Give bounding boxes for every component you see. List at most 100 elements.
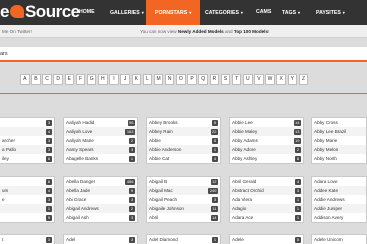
model-list-item[interactable]: Abella Jade 9 bbox=[64, 186, 137, 195]
model-list-item[interactable]: Abby North bbox=[312, 154, 366, 163]
model-list-item[interactable]: Abbie Cat 4 bbox=[147, 154, 220, 163]
letter-filter-x[interactable]: X bbox=[276, 74, 286, 85]
model-name-link[interactable]: Abigail Mac bbox=[149, 188, 173, 193]
model-list-item[interactable]: Adagio 1 bbox=[230, 204, 303, 213]
model-list-item[interactable]: Abbey Brooks 5 bbox=[147, 118, 220, 127]
letter-filter-i[interactable]: I bbox=[109, 74, 119, 85]
model-name-link[interactable]: Abby Marie bbox=[314, 138, 337, 143]
model-list-item[interactable]: Adel Diamond 1 bbox=[147, 235, 220, 244]
letter-filter-y[interactable]: Y bbox=[287, 74, 298, 85]
model-list-item[interactable]: Adele 5 bbox=[230, 235, 303, 244]
model-list-item[interactable]: Adel 3 bbox=[64, 235, 137, 244]
nav-pornstars[interactable]: PORNSTARS ▾ bbox=[146, 0, 201, 25]
model-list-item[interactable]: 4 bbox=[0, 127, 54, 136]
letter-filter-f[interactable]: F bbox=[75, 74, 86, 85]
letter-filter-k[interactable]: K bbox=[131, 74, 141, 85]
letter-filter-j[interactable]: J bbox=[120, 74, 130, 85]
letter-filter-s[interactable]: S bbox=[220, 74, 231, 85]
model-name-link[interactable]: Adara Love bbox=[314, 179, 338, 184]
model-name-link[interactable]: Abbie Maley bbox=[232, 129, 257, 134]
letter-filter-l[interactable]: L bbox=[142, 74, 153, 85]
model-list-item[interactable]: Abby Cross bbox=[312, 118, 366, 127]
model-list-item[interactable]: Abigail Ash 3 bbox=[64, 213, 137, 222]
model-name-link[interactable]: Adagio bbox=[232, 206, 246, 211]
newly-added-models-link[interactable]: Newly Added Models bbox=[178, 29, 224, 34]
model-list-item[interactable]: Abella Danger 456 bbox=[64, 177, 137, 186]
letter-filter-w[interactable]: W bbox=[265, 74, 275, 85]
model-name-link[interactable]: Addison Avery bbox=[314, 215, 343, 220]
model-name-link[interactable]: Abigail Ash bbox=[66, 215, 89, 220]
model-name-link[interactable]: Abigail Andrews bbox=[66, 206, 99, 211]
model-name-link[interactable]: Aaliyah Hadid bbox=[66, 120, 94, 125]
letter-filter-a[interactable]: A bbox=[20, 74, 30, 85]
letter-filter-t[interactable]: T bbox=[231, 74, 242, 85]
model-name-link[interactable]: Abbie Anderson bbox=[149, 147, 181, 152]
model-list-item[interactable]: Abby Melon bbox=[312, 145, 366, 154]
letter-filter-c[interactable]: C bbox=[42, 74, 52, 85]
model-name-link[interactable]: Abbie Lee bbox=[232, 120, 253, 125]
model-list-item[interactable]: Abril 14 bbox=[147, 213, 220, 222]
letter-filter-r[interactable]: R bbox=[209, 74, 220, 85]
model-list-item[interactable]: Adara Love bbox=[312, 177, 366, 186]
letter-filter-h[interactable]: H bbox=[98, 74, 108, 85]
model-name-link[interactable]: Adel Diamond bbox=[149, 237, 178, 242]
model-name-link[interactable]: Addie Andrews bbox=[314, 197, 345, 202]
letter-filter-m[interactable]: M bbox=[153, 74, 164, 85]
model-name-link[interactable]: Abby North bbox=[314, 156, 337, 161]
model-name-link[interactable]: Addie Juniper bbox=[314, 206, 342, 211]
letter-filter-e[interactable]: E bbox=[64, 74, 75, 85]
model-name-link[interactable]: Abbie bbox=[149, 138, 161, 143]
model-name-link[interactable]: Ada Viera bbox=[232, 197, 252, 202]
letter-filter-b[interactable]: B bbox=[31, 74, 41, 85]
model-name-link[interactable]: Abby Ashley bbox=[232, 156, 257, 161]
letter-filter-p[interactable]: P bbox=[187, 74, 197, 85]
model-list-item[interactable]: Abbie Maley 13 bbox=[230, 127, 303, 136]
model-list-item[interactable]: Addison Avery bbox=[312, 213, 366, 222]
model-list-item[interactable]: Abby Adore 2 bbox=[230, 145, 303, 154]
model-name-link[interactable]: um bbox=[2, 188, 8, 193]
model-name-link[interactable]: Abbie Cat bbox=[149, 156, 169, 161]
model-list-item[interactable]: Abbie 5 bbox=[147, 136, 220, 145]
letter-filter-q[interactable]: Q bbox=[198, 74, 208, 85]
model-list-item[interactable]: Abbie Anderson 1 bbox=[147, 145, 220, 154]
model-list-item[interactable]: Aaliyah Marie 2 bbox=[64, 136, 137, 145]
model-name-link[interactable]: Aaliyah Love bbox=[66, 129, 92, 134]
model-name-link[interactable]: Addee Kate bbox=[314, 188, 338, 193]
model-name-link[interactable]: Adara Ace bbox=[232, 215, 253, 220]
model-list-item[interactable]: Abbey Rain 22 bbox=[147, 127, 220, 136]
letter-filter-g[interactable]: G bbox=[86, 74, 97, 85]
site-logo[interactable]: e Source bbox=[0, 2, 80, 22]
model-name-link[interactable]: Abbey Rain bbox=[149, 129, 173, 134]
model-list-item[interactable]: Abigail B 12 bbox=[147, 177, 220, 186]
model-name-link[interactable]: Abigaile Johnson bbox=[149, 206, 184, 211]
letter-filter-u[interactable]: U bbox=[243, 74, 253, 85]
twitter-follow-link[interactable]: Me On Twitter! bbox=[2, 25, 32, 38]
model-name-link[interactable]: Abby Cross bbox=[314, 120, 338, 125]
letter-filter-z[interactable]: Z bbox=[298, 74, 309, 85]
model-list-item[interactable]: Adele Unicorn bbox=[312, 235, 366, 244]
letter-filter-n[interactable]: N bbox=[164, 74, 175, 85]
model-name-link[interactable]: Abby Adams bbox=[232, 138, 258, 143]
model-list-item[interactable]: Abigail Andrews 2 bbox=[64, 204, 137, 213]
model-name-link[interactable]: Abstract Orchid bbox=[232, 188, 264, 193]
model-list-item[interactable]: um 4 bbox=[0, 186, 54, 195]
model-list-item[interactable]: Addie Juniper bbox=[312, 204, 366, 213]
model-list-item[interactable]: Aaliyah Hadid 96 bbox=[64, 118, 137, 127]
nav-paysites[interactable]: PAYSITES ▾ bbox=[316, 0, 345, 25]
model-name-link[interactable]: Abella Jade bbox=[66, 188, 90, 193]
model-list-item[interactable]: Addee Kate bbox=[312, 186, 366, 195]
model-name-link[interactable]: Abi Grace bbox=[66, 197, 86, 202]
model-list-item[interactable]: Abagelle Banks 1 bbox=[64, 154, 137, 163]
model-list-item[interactable]: Abigaile Johnson 11 bbox=[147, 204, 220, 213]
model-list-item[interactable]: archer 3 bbox=[0, 136, 54, 145]
nav-tags[interactable]: TAGS ▾ bbox=[282, 0, 300, 25]
model-list-item[interactable]: a Pallo 3 bbox=[0, 145, 54, 154]
model-list-item[interactable]: Abby Marie bbox=[312, 136, 366, 145]
model-list-item[interactable]: t3 bbox=[0, 235, 54, 244]
model-list-item[interactable]: Abril Gerald 4 bbox=[230, 177, 303, 186]
model-name-link[interactable]: Abella Danger bbox=[66, 179, 95, 184]
model-name-link[interactable]: Abby Melon bbox=[314, 147, 338, 152]
model-name-link[interactable]: Abagelle Banks bbox=[66, 156, 98, 161]
model-list-item[interactable]: Abby Adams 19 bbox=[230, 136, 303, 145]
nav-galleries[interactable]: GALLERIES ▾ bbox=[110, 0, 144, 25]
